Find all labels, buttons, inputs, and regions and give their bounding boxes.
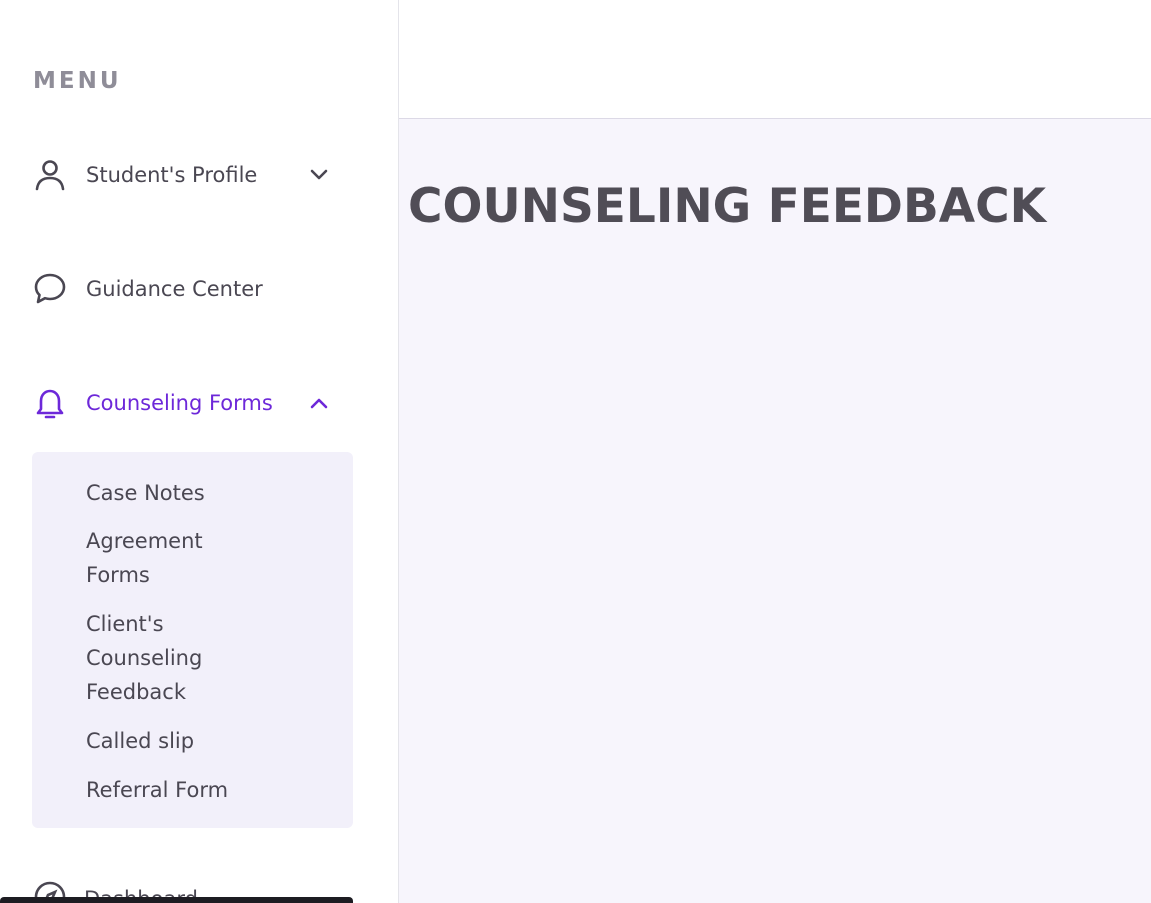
sidebar-item-counseling-forms[interactable]: Counseling Forms: [33, 386, 333, 420]
chat-bubble-icon: [33, 272, 69, 306]
bell-icon: [33, 386, 69, 420]
counseling-forms-submenu: Case Notes Agreement Forms Client's Coun…: [32, 452, 353, 828]
submenu-item-referral-form[interactable]: Referral Form: [86, 773, 286, 807]
top-header: [399, 0, 1151, 119]
page-title: COUNSELING FEEDBACK: [408, 179, 1047, 234]
sidebar-item-students-profile[interactable]: Student's Profile: [33, 158, 333, 192]
menu-heading: MENU: [33, 68, 122, 94]
submenu-item-clients-counseling-feedback[interactable]: Client's Counseling Feedback: [86, 607, 236, 709]
submenu-item-agreement-forms[interactable]: Agreement Forms: [86, 524, 256, 592]
sidebar-item-label: Counseling Forms: [86, 391, 273, 415]
app-window: MENU Student's Profile Guidance Center C…: [0, 0, 1151, 903]
sidebar-item-label: Guidance Center: [86, 277, 263, 301]
sidebar: MENU Student's Profile Guidance Center C…: [0, 0, 399, 903]
chevron-down-icon[interactable]: [307, 163, 331, 187]
chevron-up-icon[interactable]: [307, 391, 331, 415]
sidebar-footer-bar: [0, 897, 353, 903]
submenu-item-case-notes[interactable]: Case Notes: [86, 476, 286, 510]
sidebar-item-label: Student's Profile: [86, 163, 258, 187]
user-icon: [33, 158, 69, 192]
submenu-item-called-slip[interactable]: Called slip: [86, 724, 286, 758]
main-content: COUNSELING FEEDBACK: [399, 119, 1151, 903]
sidebar-item-guidance-center[interactable]: Guidance Center: [33, 272, 333, 306]
